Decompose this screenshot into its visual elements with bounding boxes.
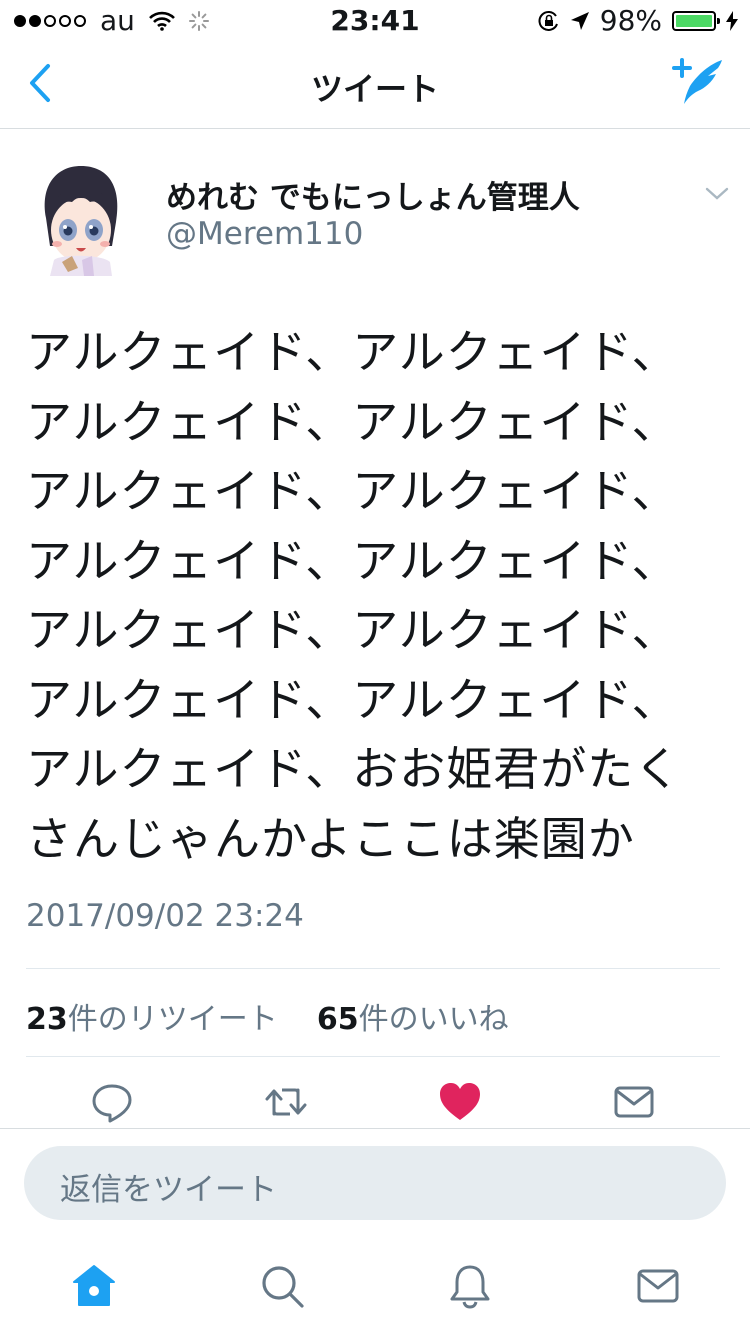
battery-icon	[672, 10, 720, 31]
like-icon[interactable]	[436, 1078, 484, 1126]
retweet-label: 件のリツイート	[67, 1002, 278, 1037]
search-icon[interactable]	[258, 1262, 306, 1310]
tweet-text-line: アルクェイド、アルクェイド、	[26, 672, 679, 727]
compose-tweet-icon[interactable]	[672, 56, 726, 108]
divider	[0, 1128, 750, 1129]
user-handle[interactable]: @Merem110	[166, 216, 363, 252]
charging-bolt-icon	[726, 10, 738, 31]
retweet-icon[interactable]	[262, 1078, 310, 1126]
share-mail-icon[interactable]	[610, 1078, 658, 1126]
tweet-timestamp: 2017/09/02 23:24	[26, 898, 304, 934]
orientation-lock-icon	[538, 10, 558, 31]
reply-placeholder: 返信をツイート	[60, 1172, 277, 1208]
tweet-text-line: アルクェイド、アルクェイド、	[26, 533, 679, 588]
page-title: ツイート	[310, 70, 439, 108]
tweet-text: アルクェイド、アルクェイド、 アルクェイド、アルクェイド、 アルクェイド、アルク…	[26, 318, 726, 874]
tweet-text-line: アルクェイド、アルクェイド、	[26, 325, 679, 379]
tweet-text-line: さんじゃんかよここは楽園か	[26, 811, 635, 866]
tweet-text-line: アルクェイド、おお姫君がたく	[26, 742, 682, 796]
chevron-down-icon[interactable]	[704, 184, 730, 204]
status-bar-right: 98%	[538, 4, 738, 37]
retweet-stat[interactable]: 23件のリツイート	[26, 1002, 278, 1037]
location-arrow-icon	[570, 11, 589, 30]
divider	[26, 1056, 720, 1057]
like-stat[interactable]: 65件のいいね	[317, 1002, 509, 1037]
tweet-text-line: アルクェイド、アルクェイド、	[26, 464, 679, 518]
like-count: 65	[316, 1002, 359, 1037]
like-label: 件のいいね	[358, 1002, 509, 1037]
display-name[interactable]: めれむ でもにっしょん管理人	[166, 172, 580, 217]
divider	[26, 968, 720, 969]
avatar[interactable]	[38, 156, 124, 276]
notifications-icon[interactable]	[446, 1262, 494, 1310]
reply-icon[interactable]	[88, 1078, 136, 1126]
reply-input[interactable]: 返信をツイート	[24, 1146, 726, 1220]
navigation-bar: ツイート	[0, 40, 750, 129]
tweet-text-line: アルクェイド、アルクェイド、	[26, 394, 679, 449]
engagement-stats: 23件のリツイート 65件のいいね	[26, 994, 509, 1038]
retweet-count: 23	[26, 1002, 68, 1037]
messages-icon[interactable]	[634, 1262, 682, 1310]
status-bar: au 23:41 98%	[0, 0, 750, 40]
tweet-text-line: アルクェイド、アルクェイド、	[26, 603, 679, 657]
home-icon[interactable]	[70, 1262, 118, 1310]
battery-percent: 98%	[599, 4, 662, 37]
